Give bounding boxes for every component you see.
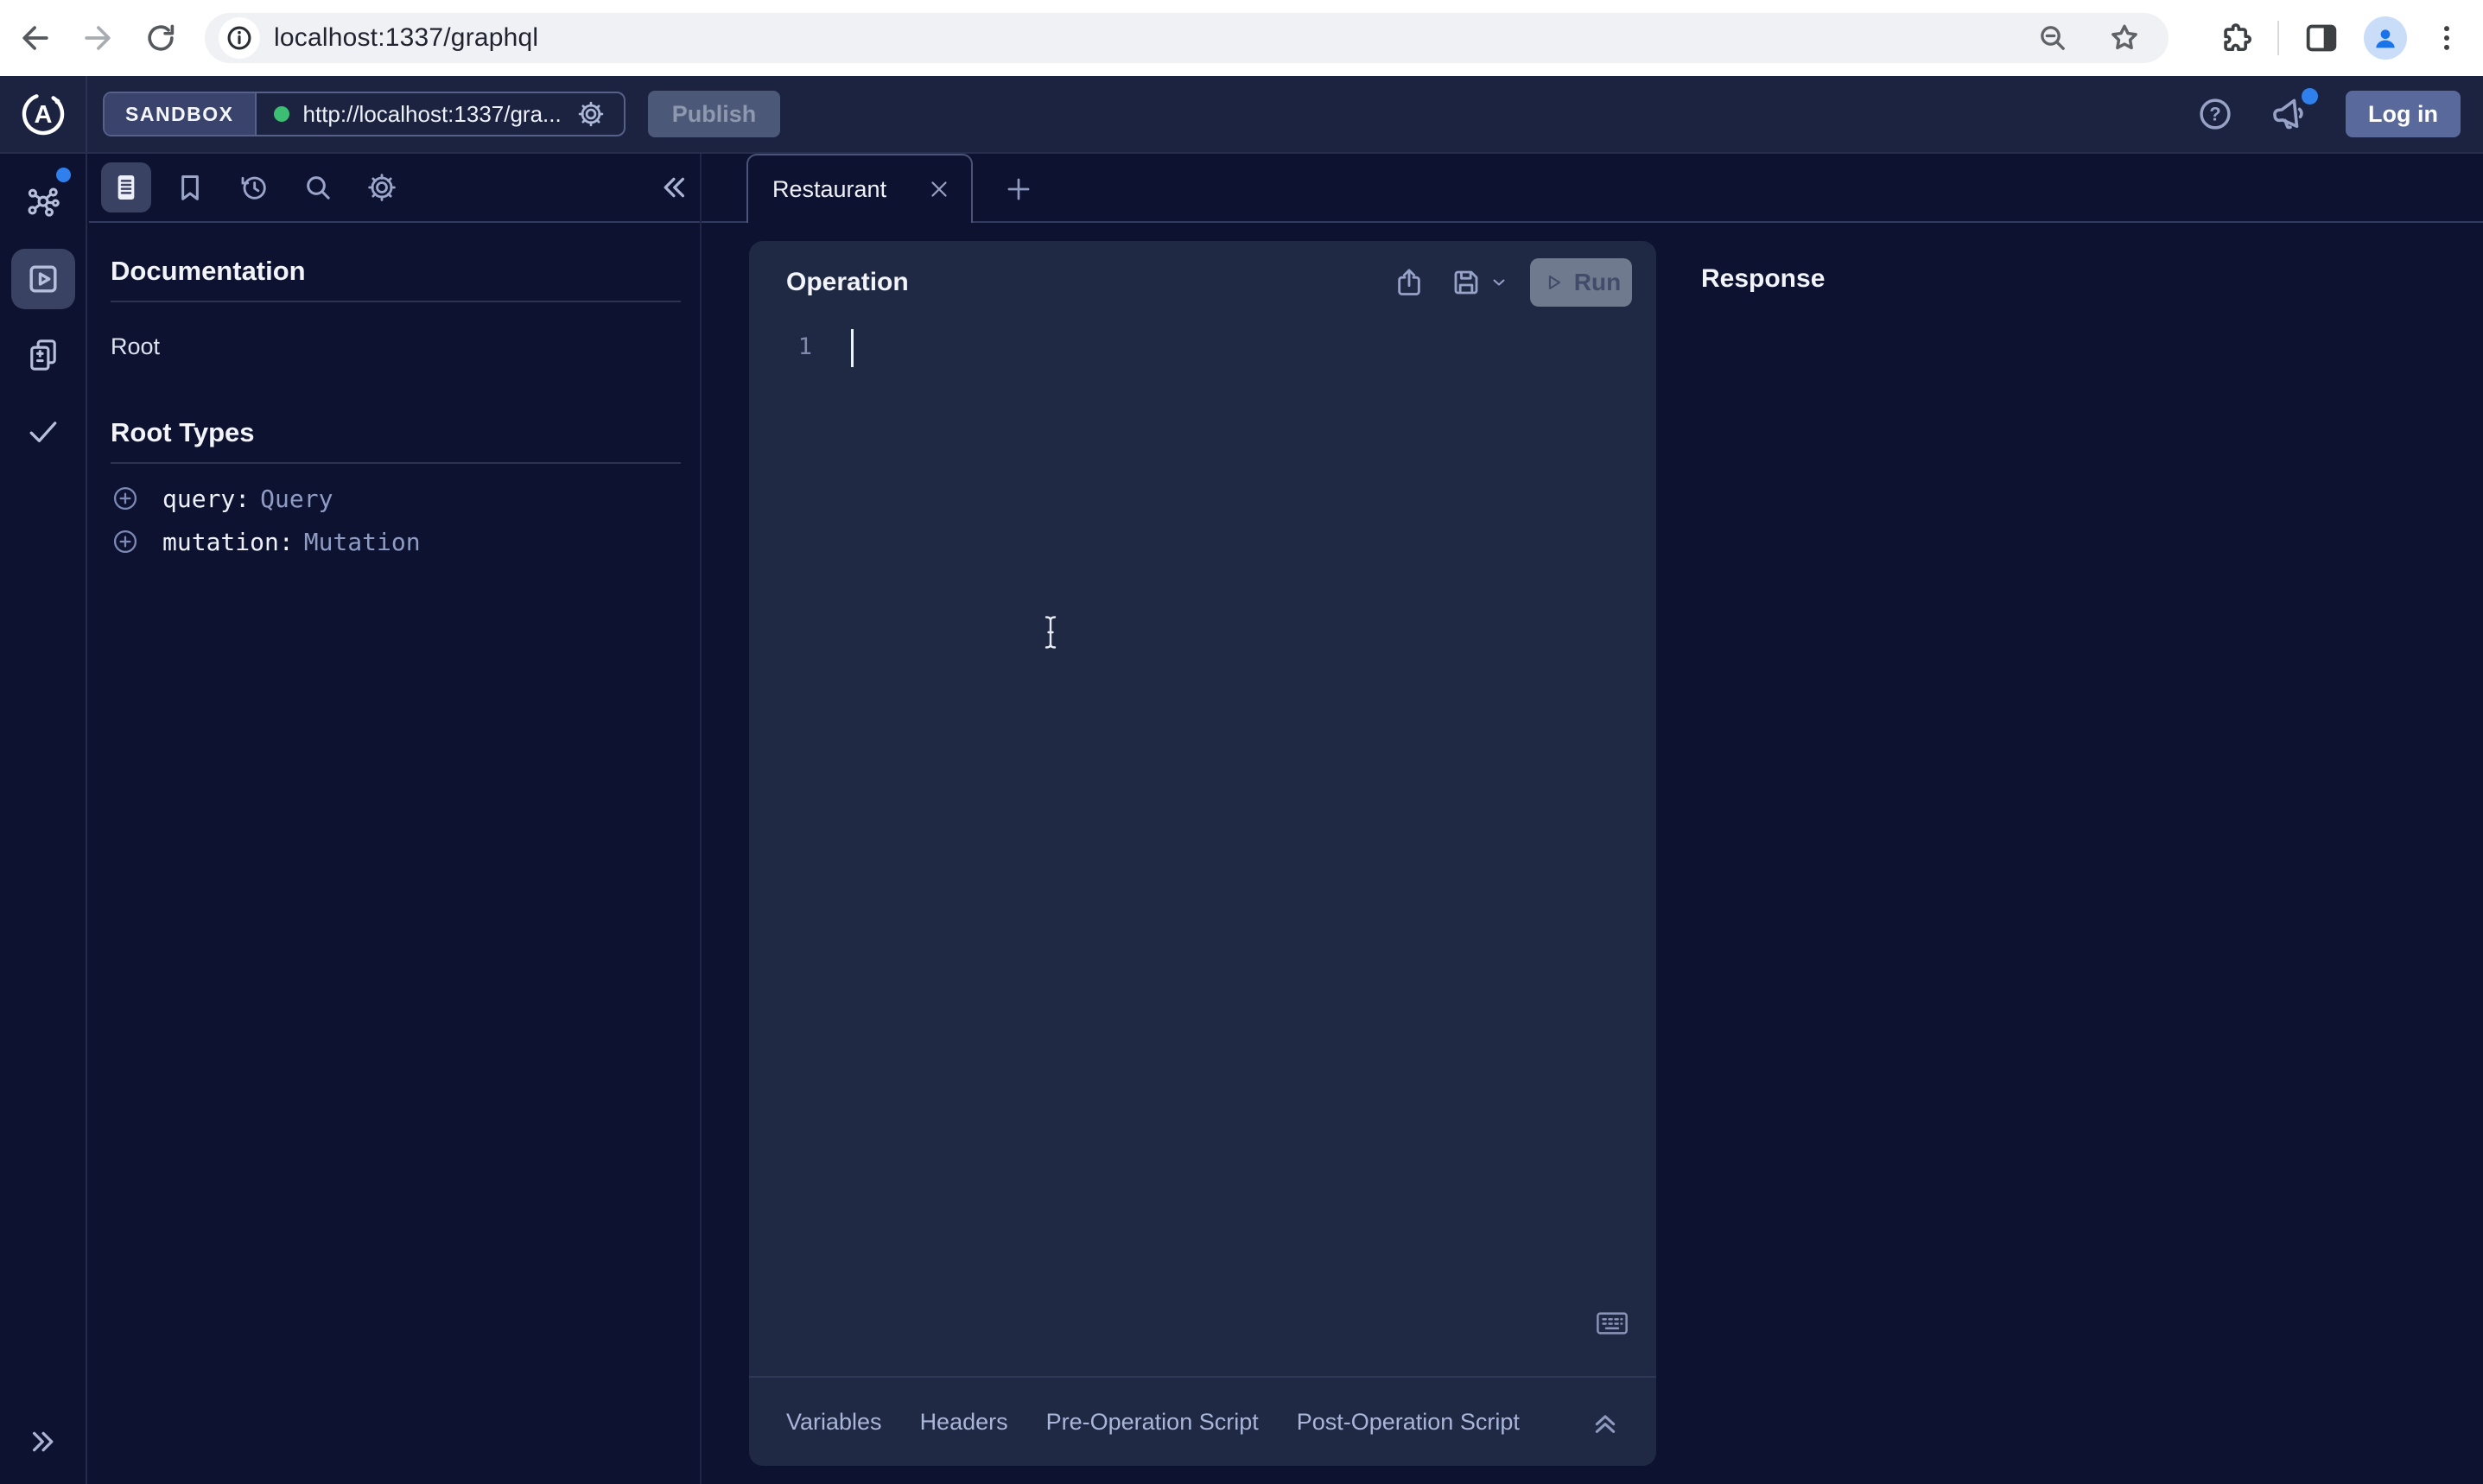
save-options-chevron-icon[interactable]: [1489, 272, 1509, 293]
save-operation-group[interactable]: [1449, 265, 1509, 300]
docs-divider: [111, 301, 681, 302]
endpoint-chip: SANDBOX http://localhost:1337/gra...: [103, 92, 626, 136]
browser-back-icon[interactable]: [16, 19, 54, 57]
save-operation-icon[interactable]: [1449, 265, 1483, 300]
history-icon[interactable]: [229, 162, 279, 212]
footer-tab-pre-operation-script[interactable]: Pre-Operation Script: [1046, 1409, 1259, 1436]
run-button-label: Run: [1574, 269, 1621, 296]
tab-close-icon[interactable]: [926, 176, 952, 202]
endpoint-url-text: http://localhost:1337/gra...: [303, 101, 562, 128]
editor-line-number: 1: [749, 327, 812, 367]
announcement-notification-dot: [2302, 88, 2318, 105]
tab-label: Restaurant: [772, 176, 926, 203]
operation-tabstrip: Restaurant: [702, 154, 2483, 223]
toolbar-divider: [2277, 21, 2279, 55]
browser-menu-kebab-icon[interactable]: [2429, 21, 2464, 55]
left-nav-rail: [0, 154, 87, 1484]
documentation-panel: Documentation Root Root Types query: Que…: [89, 154, 702, 1484]
connection-settings-gear-icon[interactable]: [575, 98, 606, 130]
editor-caret: [851, 329, 854, 367]
collapse-panel-chevrons-icon[interactable]: [655, 169, 691, 206]
connection-status-dot: [274, 106, 289, 122]
browser-profile-avatar[interactable]: [2364, 16, 2407, 60]
svg-text:?: ?: [2209, 104, 2220, 125]
nav-checks-button[interactable]: [11, 401, 75, 461]
footer-tab-post-operation-script[interactable]: Post-Operation Script: [1297, 1409, 1520, 1436]
field-type-link[interactable]: Query: [260, 485, 333, 513]
docs-root-breadcrumb[interactable]: Root: [111, 333, 681, 360]
documentation-tab-icon[interactable]: [101, 162, 151, 212]
add-field-plus-icon[interactable]: [111, 527, 140, 556]
nav-explorer-button[interactable]: [11, 249, 75, 309]
url-text: localhost:1337/graphql: [274, 23, 538, 53]
documentation-toolbar: [89, 154, 700, 223]
keyboard-shortcuts-icon[interactable]: [1594, 1309, 1630, 1338]
zoom-out-icon[interactable]: [2035, 21, 2070, 55]
root-type-row-mutation: mutation: Mutation: [111, 526, 681, 557]
bookmarks-icon[interactable]: [165, 162, 215, 212]
field-name: mutation:: [162, 528, 294, 556]
field-name: query:: [162, 485, 250, 513]
explorer-settings-gear-icon[interactable]: [357, 162, 407, 212]
schema-notification-dot: [56, 168, 71, 182]
svg-text:A: A: [34, 101, 52, 129]
app-screen: localhost:1337/graphql: [0, 0, 2483, 1484]
apollo-topbar: A SANDBOX http://localhost:1337/gra... P…: [0, 76, 2483, 154]
docs-divider: [111, 462, 681, 464]
help-icon[interactable]: ?: [2195, 94, 2235, 134]
operation-panel: Operation: [749, 241, 1656, 1466]
search-icon[interactable]: [293, 162, 343, 212]
endpoint-url-field[interactable]: http://localhost:1337/gra...: [257, 93, 624, 135]
root-types-title: Root Types: [111, 417, 681, 448]
mouse-ibeam-cursor: [1044, 615, 1057, 650]
apollo-logo[interactable]: A: [0, 76, 87, 152]
browser-toolbar: localhost:1337/graphql: [0, 0, 2483, 76]
run-button[interactable]: Run: [1530, 258, 1632, 307]
documentation-title: Documentation: [111, 256, 681, 287]
footer-tab-headers[interactable]: Headers: [920, 1409, 1008, 1436]
tab-restaurant[interactable]: Restaurant: [746, 154, 973, 223]
browser-reload-icon[interactable]: [142, 19, 180, 57]
nav-changelog-button[interactable]: [11, 325, 75, 385]
browser-address-bar[interactable]: localhost:1337/graphql: [205, 13, 2169, 63]
response-title: Response: [1701, 264, 2483, 294]
workspace: Restaurant Operation: [702, 154, 2483, 1484]
site-info-icon[interactable]: [219, 17, 260, 59]
operation-footer: Variables Headers Pre-Operation Script P…: [749, 1376, 1656, 1466]
publish-button[interactable]: Publish: [648, 91, 781, 137]
operation-editor[interactable]: 1: [749, 327, 1656, 367]
sandbox-badge: SANDBOX: [105, 93, 257, 135]
add-field-plus-icon[interactable]: [111, 484, 140, 513]
announcements-megaphone-icon[interactable]: [2270, 93, 2311, 135]
nav-supergraph-button[interactable]: [11, 173, 75, 233]
new-tab-plus-icon[interactable]: [1002, 173, 1035, 206]
browser-forward-icon[interactable]: [79, 19, 117, 57]
footer-tab-variables[interactable]: Variables: [786, 1409, 882, 1436]
extensions-icon[interactable]: [2217, 19, 2255, 57]
share-operation-icon[interactable]: [1392, 265, 1426, 300]
operation-title: Operation: [786, 268, 909, 297]
field-type-link[interactable]: Mutation: [304, 528, 421, 556]
response-panel: Response: [1656, 241, 2483, 1484]
root-type-row-query: query: Query: [111, 483, 681, 514]
content-area: Documentation Root Root Types query: Que…: [0, 154, 2483, 1484]
expand-rail-chevrons-icon[interactable]: [0, 1424, 87, 1460]
side-panel-icon[interactable]: [2302, 18, 2341, 58]
bookmark-star-icon[interactable]: [2106, 20, 2143, 56]
login-button[interactable]: Log in: [2346, 91, 2461, 137]
expand-footer-chevrons-icon[interactable]: [1587, 1404, 1623, 1440]
operation-header: Operation: [749, 241, 1656, 324]
